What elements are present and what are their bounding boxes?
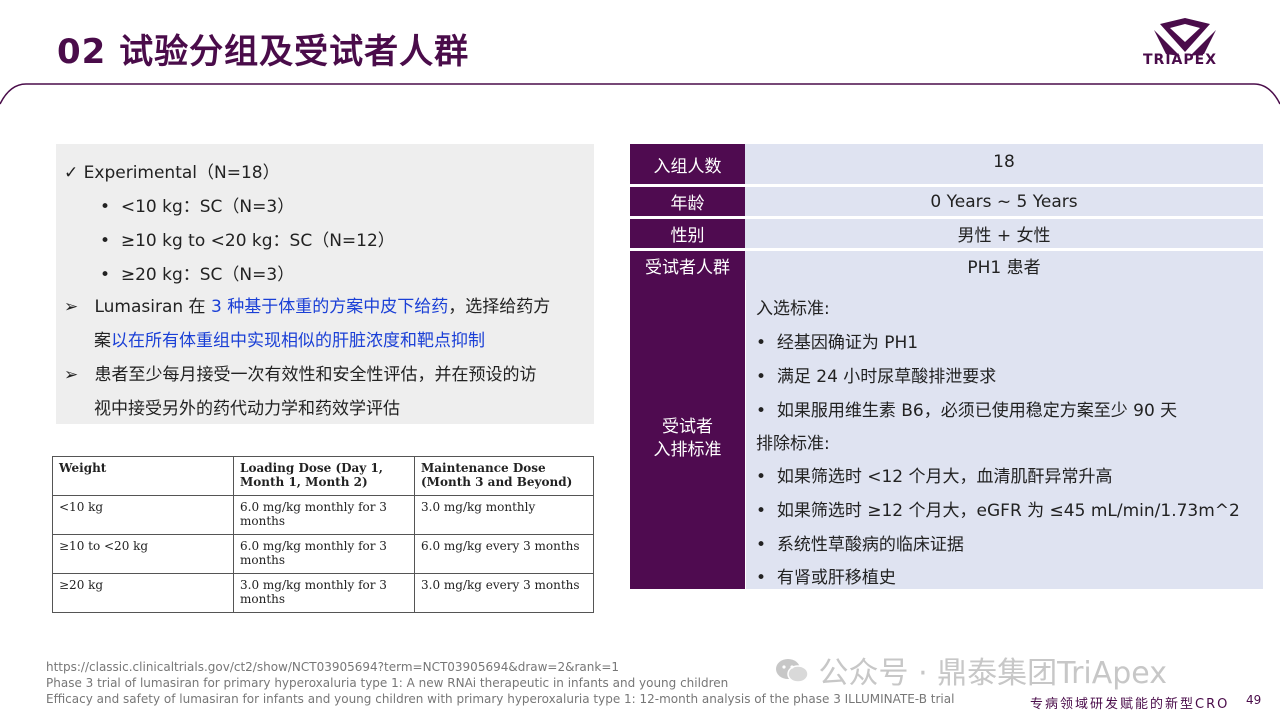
- table-cell: 3.0 mg/kg monthly for 3 months: [233, 573, 415, 613]
- experimental-heading: ✓ Experimental（N=18）: [64, 163, 280, 183]
- reference-text: Efficacy and safety of lumasiran for inf…: [46, 692, 955, 706]
- column-header: Maintenance Dose (Month 3 and Beyond): [414, 456, 594, 496]
- page-number: 49: [1246, 693, 1262, 707]
- list-item-text: 满足 24 小时尿草酸排泄要求: [776, 367, 997, 387]
- arrow-text: ，选择给药方: [448, 297, 551, 317]
- watermark: 公众号 · 鼎泰集团TriApex: [775, 648, 1167, 692]
- table-cell: <10 kg: [52, 495, 234, 535]
- table-row: 受试者人群 PH1 患者: [630, 251, 1263, 280]
- table-cell: 3.0 mg/kg monthly: [414, 495, 594, 535]
- list-item: • 如果筛选时 <12 个月大，血清肌酐异常升高: [756, 467, 1113, 487]
- criteria-label-cell: 受试者 入排标准: [630, 280, 745, 589]
- arrow-text: Lumasiran 在: [94, 297, 211, 317]
- watermark-text: 公众号 · 鼎泰集团TriApex: [818, 656, 1167, 691]
- bullet-text: <10 kg：SC（N=3）: [120, 197, 295, 217]
- row-label: 年龄: [630, 187, 745, 216]
- bullet-item: • ≥10 kg to <20 kg：SC（N=12）: [100, 226, 395, 251]
- bullet-icon: •: [100, 231, 111, 251]
- list-item-text: 系统性草酸病的临床证据: [776, 535, 964, 555]
- arrow-icon: ➢: [64, 297, 79, 317]
- list-item-text: 如果筛选时 ≥12 个月大，eGFR 为 ≤45 mL/min/1.73m^2: [776, 501, 1240, 521]
- table-cell: ≥20 kg: [52, 573, 234, 613]
- arrow-text: 案: [94, 331, 111, 351]
- table-row: <10 kg 6.0 mg/kg monthly for 3 months 3.…: [52, 495, 594, 535]
- row-value: 0 Years ~ 5 Years: [745, 187, 1263, 216]
- bullet-icon: •: [100, 265, 111, 285]
- table-row: ≥20 kg 3.0 mg/kg monthly for 3 months 3.…: [52, 573, 594, 613]
- list-item: • 如果筛选时 ≥12 个月大，eGFR 为 ≤45 mL/min/1.73m^…: [756, 501, 1240, 521]
- column-header: Weight: [52, 456, 234, 496]
- bullet-icon: •: [100, 197, 111, 217]
- bullet-item: • ≥20 kg：SC（N=3）: [100, 260, 294, 285]
- row-label: 受试者人群: [630, 251, 745, 280]
- row-label: 性别: [630, 219, 745, 248]
- list-item: • 如果服用维生素 B6，必须已使用稳定方案至少 90 天: [756, 401, 1178, 421]
- page-title: 02 试验分组及受试者人群: [57, 32, 470, 72]
- footer-slogan: 专病领域研发赋能的新型CRO: [1030, 697, 1230, 712]
- criteria-label-line: 受试者: [662, 417, 713, 437]
- population-table: 入组人数 18 年龄 0 Years ~ 5 Years 性别 男性 + 女性 …: [630, 141, 1263, 283]
- list-item-text: 如果筛选时 <12 个月大，血清肌酐异常升高: [776, 467, 1113, 487]
- list-item-text: 有肾或肝移植史: [776, 568, 896, 588]
- header-divider: [0, 83, 1280, 105]
- criteria-label-line: 入排标准: [653, 440, 722, 460]
- list-item-text: 如果服用维生素 B6，必须已使用稳定方案至少 90 天: [776, 401, 1178, 421]
- highlight-text: 以在所有体重组中实现相似的肝脏浓度和靶点抑制: [111, 331, 485, 351]
- row-value: PH1 患者: [745, 251, 1263, 280]
- highlight-text: 3 种基于体重的方案中皮下给药: [210, 297, 449, 317]
- list-item-text: 经基因确证为 PH1: [776, 333, 919, 353]
- arrow-continuation: 案以在所有体重组中实现相似的肝脏浓度和靶点抑制: [94, 326, 485, 351]
- bullet-text: ≥20 kg：SC（N=3）: [120, 265, 295, 285]
- list-item: • 满足 24 小时尿草酸排泄要求: [756, 367, 997, 387]
- arrow-text: 患者至少每月接受一次有效性和安全性评估，并在预设的访: [94, 365, 537, 385]
- inclusion-title: 入选标准:: [756, 299, 830, 319]
- wechat-icon: [776, 659, 809, 683]
- column-header: Loading Dose (Day 1, Month 1, Month 2): [233, 456, 415, 496]
- arrow-continuation: 视中接受另外的药代动力学和药效学评估: [94, 399, 400, 419]
- bullet-text: ≥10 kg to <20 kg：SC（N=12）: [120, 231, 395, 251]
- table-row: 入组人数 18: [630, 144, 1263, 184]
- arrow-item: ➢ Lumasiran 在 3 种基于体重的方案中皮下给药，选择给药方: [64, 292, 550, 317]
- experimental-panel: ✓ Experimental（N=18） • <10 kg：SC（N=3） • …: [56, 144, 594, 424]
- list-item: • 经基因确证为 PH1: [756, 333, 919, 353]
- arrow-item: ➢ 患者至少每月接受一次有效性和安全性评估，并在预设的访: [64, 360, 536, 385]
- row-label: 入组人数: [630, 144, 745, 184]
- table-cell: 6.0 mg/kg monthly for 3 months: [233, 534, 415, 574]
- criteria-cell: 入选标准: • 经基因确证为 PH1 • 满足 24 小时尿草酸排泄要求 • 如…: [746, 280, 1263, 589]
- arrow-icon: ➢: [64, 365, 79, 385]
- table-cell: ≥10 to <20 kg: [52, 534, 234, 574]
- dose-table: Weight Loading Dose (Day 1, Month 1, Mon…: [52, 456, 594, 613]
- table-header-row: Weight Loading Dose (Day 1, Month 1, Mon…: [52, 456, 594, 496]
- table-row: ≥10 to <20 kg 6.0 mg/kg monthly for 3 mo…: [52, 534, 594, 574]
- logo-text: TRIAPEX: [1143, 52, 1217, 68]
- list-item: • 系统性草酸病的临床证据: [756, 535, 964, 555]
- row-value: 男性 + 女性: [745, 219, 1263, 248]
- table-row: 性别 男性 + 女性: [630, 219, 1263, 248]
- row-value: 18: [745, 144, 1263, 184]
- exclusion-title: 排除标准:: [756, 434, 830, 454]
- bullet-item: • <10 kg：SC（N=3）: [100, 192, 294, 217]
- table-cell: 6.0 mg/kg monthly for 3 months: [233, 495, 415, 535]
- list-item: • 有肾或肝移植史: [756, 568, 896, 588]
- table-row: 年龄 0 Years ~ 5 Years: [630, 187, 1263, 216]
- table-cell: 3.0 mg/kg every 3 months: [414, 573, 594, 613]
- table-cell: 6.0 mg/kg every 3 months: [414, 534, 594, 574]
